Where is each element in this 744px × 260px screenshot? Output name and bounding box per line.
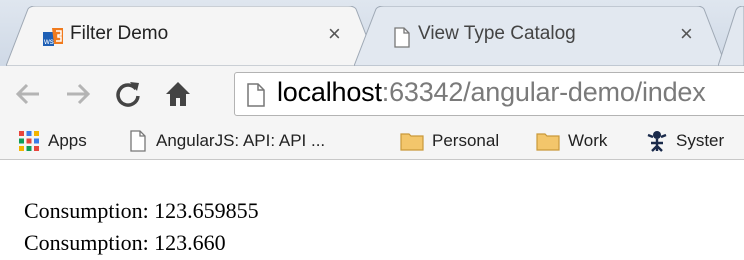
bookmark-system[interactable]: Syster bbox=[646, 127, 724, 155]
browser-toolbar: localhost:63342/angular-demo/index bbox=[0, 66, 744, 122]
forward-button[interactable] bbox=[58, 74, 98, 114]
tab-title: View Type Catalog bbox=[418, 23, 576, 44]
bookmarks-bar: Apps AngularJS: API: API ... Personal Wo… bbox=[0, 122, 744, 160]
url-host: localhost bbox=[277, 77, 382, 107]
folder-icon bbox=[536, 133, 560, 151]
home-button[interactable] bbox=[158, 74, 198, 114]
bookmark-label: Syster bbox=[676, 131, 725, 150]
consumption-raw-text: Consumption: 123.659855 bbox=[24, 198, 259, 223]
consumption-filtered-text: Consumption: 123.660 bbox=[24, 230, 226, 255]
bookmark-apps[interactable]: Apps bbox=[18, 127, 87, 155]
back-button[interactable] bbox=[8, 74, 48, 114]
reload-button[interactable] bbox=[108, 74, 148, 114]
bookmark-label: AngularJS: API: API ... bbox=[156, 131, 326, 150]
page-icon bbox=[394, 27, 410, 48]
svg-text:ws: ws bbox=[43, 37, 54, 46]
tab-view-type-catalog[interactable]: View Type Catalog × bbox=[354, 6, 726, 66]
page-content: Consumption: 123.659855 Consumption: 123… bbox=[0, 161, 744, 260]
page-icon bbox=[247, 83, 265, 107]
tab-filter-demo[interactable]: ws Filter Demo × bbox=[6, 6, 378, 66]
tab-close-icon[interactable]: × bbox=[680, 21, 693, 47]
home-icon bbox=[166, 82, 190, 106]
url-text: localhost:63342/angular-demo/index bbox=[277, 77, 706, 108]
tab-strip: ws Filter Demo × View Type Catalog × bbox=[0, 0, 744, 67]
new-tab-shape bbox=[717, 5, 744, 67]
bookmark-label: Work bbox=[568, 131, 608, 150]
url-path: :63342/angular-demo/index bbox=[381, 77, 706, 107]
forward-arrow-icon bbox=[67, 83, 91, 105]
page-icon bbox=[130, 130, 146, 152]
bookmark-angularjs-api[interactable]: AngularJS: API: API ... bbox=[128, 127, 325, 155]
system-icon bbox=[647, 131, 667, 152]
tab-title: Filter Demo bbox=[70, 23, 169, 44]
apps-grid-icon bbox=[19, 131, 39, 151]
tab-close-icon[interactable]: × bbox=[328, 21, 341, 47]
reload-icon bbox=[116, 82, 140, 107]
bookmark-label: Apps bbox=[48, 131, 87, 150]
bookmark-label: Personal bbox=[432, 131, 500, 150]
filter-demo-favicon-icon: ws bbox=[43, 28, 63, 46]
back-arrow-icon bbox=[15, 83, 39, 105]
address-bar[interactable]: localhost:63342/angular-demo/index bbox=[234, 72, 744, 116]
bookmark-personal[interactable]: Personal bbox=[400, 127, 499, 155]
new-tab-button[interactable] bbox=[717, 5, 744, 67]
folder-icon bbox=[400, 133, 424, 151]
bookmark-work[interactable]: Work bbox=[536, 127, 607, 155]
